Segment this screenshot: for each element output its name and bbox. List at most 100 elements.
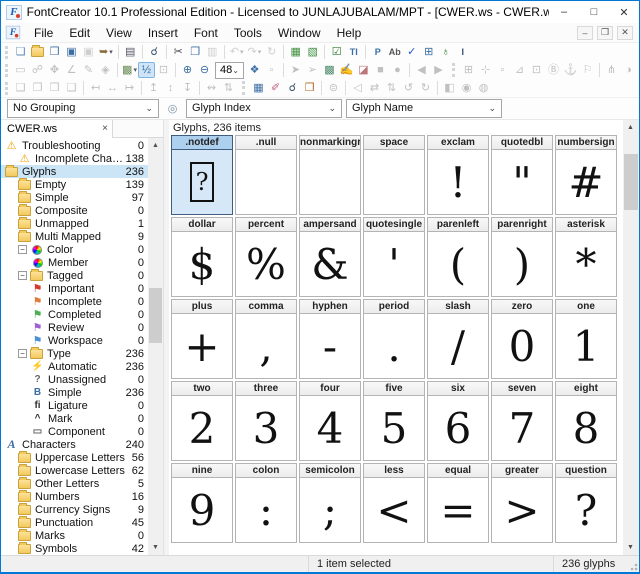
curve-nodes-icon[interactable]: ⋔ [603,62,620,78]
tree-item-component[interactable]: ▭Component0 [1,425,148,438]
tree-item-uppercase-letters[interactable]: Uppercase Letters56 [1,451,148,464]
scroll-down-icon[interactable]: ▼ [623,540,638,555]
tree-item-other-letters[interactable]: Other Letters5 [1,477,148,490]
glyph-cell-ampersand[interactable]: ampersand& [299,217,361,297]
move-grid-icon[interactable]: ⊹ [477,62,494,78]
points-preview-icon[interactable]: ⊡ [155,62,172,78]
tree-item-type[interactable]: −Type236 [1,347,148,360]
paste-icon[interactable]: ▥ [204,44,221,60]
distribute-horizontal-icon[interactable]: ↭ [203,80,220,96]
send-to-back-icon[interactable]: ❑ [63,80,80,96]
insert-glyphs-icon[interactable]: ▦ [287,44,304,60]
glyph-transformer-icon[interactable]: ▦ [250,80,267,96]
distribute-vertical-icon[interactable]: ⇅ [220,80,237,96]
tree-item-simple[interactable]: BSimple236 [1,386,148,399]
tree-item-completed[interactable]: ⚑Completed0 [1,308,148,321]
glyph-cell-nine[interactable]: nine9 [171,463,233,543]
menu-font[interactable]: Font [186,23,226,42]
image-tool-icon[interactable]: ▩ [321,62,338,78]
fill-tool-icon[interactable]: ◈ [97,62,114,78]
save-copy-icon[interactable]: ▣ [80,44,97,60]
tree-item-empty[interactable]: Empty139 [1,178,148,191]
tree-item-glyphs[interactable]: Glyphs236 [1,165,148,178]
grid-scrollbar-thumb[interactable] [624,154,638,210]
autonaming-icon[interactable]: Ab [386,44,403,60]
glyph-cell-quotedbl[interactable]: quotedbl" [491,135,553,215]
next-glyph-icon[interactable]: ▶ [430,62,447,78]
mdi-minimize-button[interactable]: – [577,26,593,40]
tree-item-color[interactable]: −Color0 [1,243,148,256]
glyph-cell-zero[interactable]: zero0 [491,299,553,379]
menu-help[interactable]: Help [329,23,370,42]
find-icon[interactable]: ☌ [146,44,163,60]
glyph-cell-semicolon[interactable]: semicolon; [299,463,361,543]
glyph-cell-plus[interactable]: plus+ [171,299,233,379]
contour-mode-icon[interactable]: ➢ [304,62,321,78]
fill-outlines-icon[interactable]: ½ [138,62,155,78]
glyph-cell-slash[interactable]: slash/ [427,299,489,379]
tree-item-multi-mapped[interactable]: Multi Mapped9 [1,230,148,243]
show-grid-icon[interactable]: ⊞ [460,62,477,78]
open-font-icon[interactable] [29,44,46,60]
on-off-curve-icon[interactable]: ◑ [620,62,637,78]
menu-view[interactable]: View [98,23,140,42]
menu-window[interactable]: Window [270,23,329,42]
measure-tool-icon[interactable]: ∠ [63,62,80,78]
glyph-cell-numbersign[interactable]: numbersign# [555,135,617,215]
tree-item-member[interactable]: Member0 [1,256,148,269]
glyph-cell-period[interactable]: period. [363,299,425,379]
correct-contours-icon[interactable]: ✐ [267,80,284,96]
tree-item-unassigned[interactable]: ?Unassigned0 [1,373,148,386]
zoom-out-icon[interactable]: ⊖ [196,62,213,78]
collapse-icon[interactable]: − [18,245,27,254]
tab-cwer-ws[interactable]: CWER.ws × [1,120,113,138]
glyph-cell-notdef[interactable]: .notdef? [171,135,233,215]
contour-pointer-icon[interactable]: ◁ [349,80,366,96]
undo-icon[interactable]: ↶▾ [228,44,246,60]
draw-tool-icon[interactable]: ✎ [80,62,97,78]
mdi-restore-button[interactable]: ❐ [597,26,613,40]
glyph-cell-quotesingle[interactable]: quotesingle' [363,217,425,297]
glyph-cell-three[interactable]: three3 [235,381,297,461]
tree-item-unmapped[interactable]: Unmapped1 [1,217,148,230]
validate-font-icon[interactable]: ✓ [403,44,420,60]
tree-item-punctuation[interactable]: Punctuation45 [1,516,148,529]
glyph-cell-dollar[interactable]: dollar$ [171,217,233,297]
save-font-icon[interactable]: ▣ [63,44,80,60]
select-tool-icon[interactable]: ▭ [12,62,29,78]
exclude-contours-icon[interactable]: ◍ [475,80,492,96]
tree-item-important[interactable]: ⚑Important0 [1,282,148,295]
align-left-icon[interactable]: ↤ [87,80,104,96]
pan-tool-icon[interactable]: ✥ [46,62,63,78]
glyph-edit-icon[interactable]: ✍ [338,62,355,78]
menu-file[interactable]: File [26,23,61,42]
glyph-cell-question[interactable]: question? [555,463,617,543]
glyph-cell-six[interactable]: six6 [427,381,489,461]
naming-fields-icon[interactable]: TI [345,44,362,60]
align-middle-icon[interactable]: ↕ [162,80,179,96]
glyph-cell-hyphen[interactable]: hyphen- [299,299,361,379]
glyph-cell-eight[interactable]: eight8 [555,381,617,461]
tree-item-incomplete[interactable]: ⚑Incomplete0 [1,295,148,308]
repeat-icon[interactable]: ↻ [263,44,280,60]
test-font-icon[interactable]: ☑ [328,44,345,60]
cut-icon[interactable]: ✂ [170,44,187,60]
previous-glyph-icon[interactable]: ◀ [413,62,430,78]
glyph-cell-percent[interactable]: percent% [235,217,297,297]
tree-item-symbols[interactable]: Symbols42 [1,542,148,555]
close-button[interactable]: ✕ [609,1,639,23]
glyph-cell-five[interactable]: five5 [363,381,425,461]
tree-item-currency-signs[interactable]: Currency Signs9 [1,503,148,516]
align-center-icon[interactable]: ↔ [104,80,121,96]
glyph-cell-one[interactable]: one1 [555,299,617,379]
zoom-in-icon[interactable]: ⊕ [179,62,196,78]
collapse-icon[interactable]: − [18,271,27,280]
collapse-icon[interactable]: − [18,349,27,358]
glyph-cell-four[interactable]: four4 [299,381,361,461]
tree-item-troubleshooting[interactable]: ⚠Troubleshooting0 [1,139,148,152]
union-contours-icon[interactable]: ◧ [441,80,458,96]
sort-primary-select[interactable]: Glyph Index ⌄ [186,99,342,118]
glyph-cell-two[interactable]: two2 [171,381,233,461]
resize-grip[interactable] [627,556,639,572]
tree-item-characters[interactable]: ACharacters240 [1,438,148,451]
